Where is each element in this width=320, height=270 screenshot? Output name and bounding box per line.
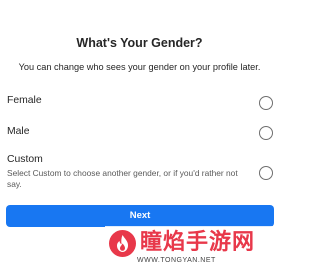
watermark-name: 瞳焰手游网 <box>140 229 256 254</box>
option-label-female: Female <box>7 95 42 106</box>
flame-logo-icon <box>109 230 136 257</box>
radio-custom[interactable] <box>259 166 273 180</box>
watermark: 瞳焰手游网 WWW.TONGYAN.NET <box>105 226 279 270</box>
page-title: What's Your Gender? <box>76 36 203 50</box>
option-description-custom: Select Custom to choose another gender, … <box>7 168 238 189</box>
watermark-url: WWW.TONGYAN.NET <box>137 257 216 264</box>
option-label-custom: Custom <box>7 154 43 165</box>
radio-female[interactable] <box>259 96 273 110</box>
page-subtitle: You can change who sees your gender on y… <box>18 62 261 72</box>
radio-male[interactable] <box>259 126 273 140</box>
option-label-male: Male <box>7 126 30 137</box>
next-button[interactable]: Next <box>6 205 274 227</box>
